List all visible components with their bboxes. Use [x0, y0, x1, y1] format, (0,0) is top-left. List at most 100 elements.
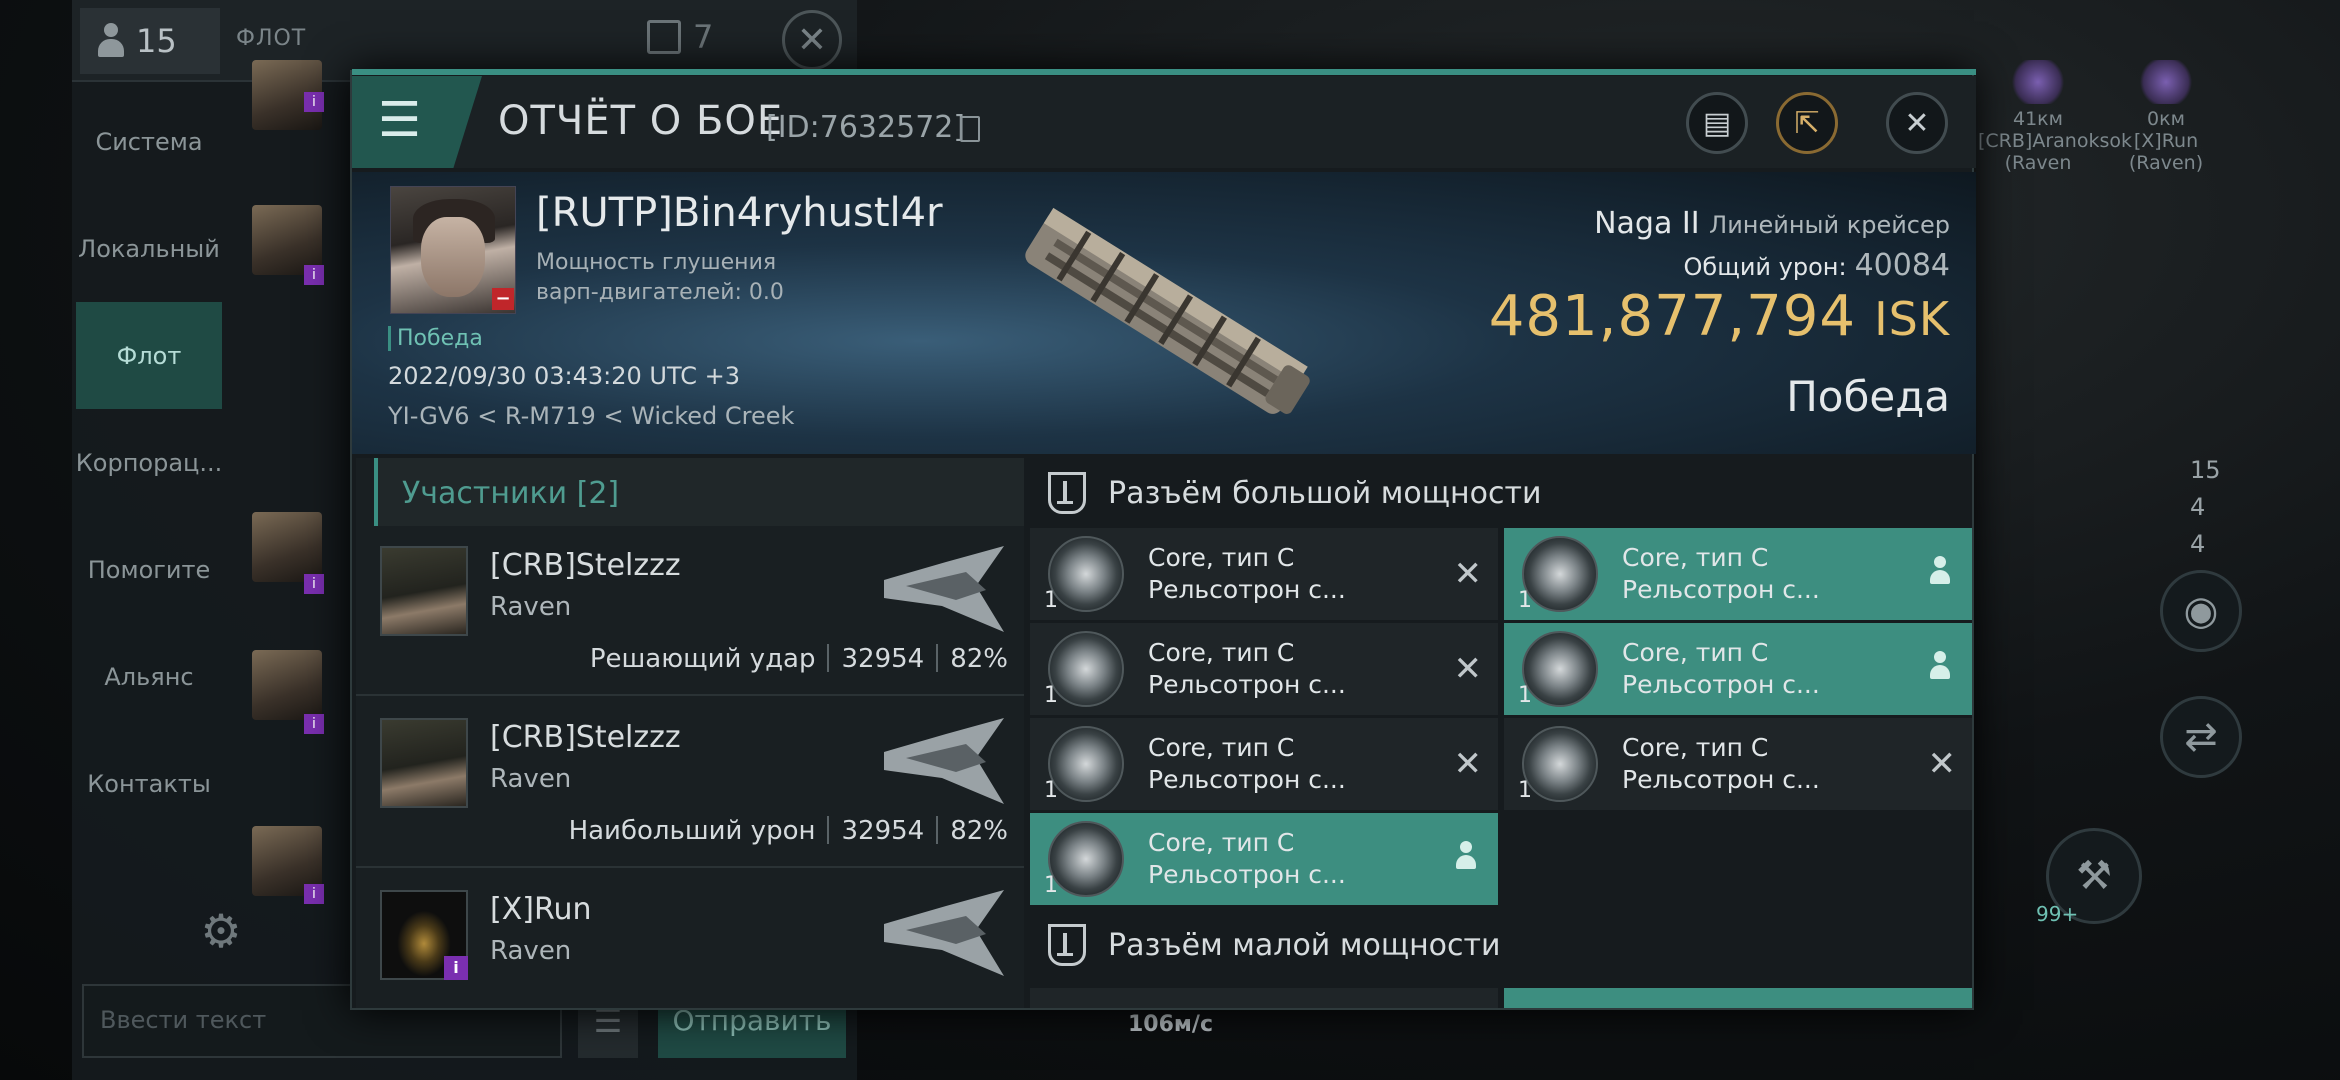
module-name: Core, тип C	[1148, 543, 1295, 572]
module-quantity: 1	[1518, 588, 1532, 613]
share-icon: ⇱	[1794, 105, 1820, 141]
total-damage: Общий урон: 40084	[1684, 248, 1950, 283]
copy-id-icon[interactable]	[960, 116, 980, 142]
participant-name: [CRB]Stelzzz	[490, 548, 681, 583]
module-label: Core, тип C Рельсотрон с...	[1148, 732, 1346, 796]
module-quantity: 1	[1044, 683, 1058, 708]
target-ship-icon	[2136, 60, 2196, 104]
ship-class: Линейный крейсер	[1709, 211, 1950, 239]
dropped-person-icon	[1454, 841, 1478, 871]
module-quantity: 1	[1518, 683, 1532, 708]
module-type: Рельсотрон с...	[1622, 670, 1820, 699]
destroyed-x-icon: ✕	[1453, 744, 1483, 784]
railgun-icon	[1522, 726, 1598, 802]
destroyed-x-icon: ✕	[1453, 554, 1483, 594]
module-item[interactable]: 1 Core, тип C Рельсотрон с... ✕	[1030, 623, 1498, 715]
destroyed-x-icon: ✕	[1453, 649, 1483, 689]
participant-ship: Raven	[490, 592, 572, 622]
module-item[interactable]: 1 Core, тип C Рельсотрон с...	[1504, 623, 1972, 715]
module-item[interactable]: 1 Core, тип C Рельсотрон с...	[1504, 528, 1972, 620]
naga-ship-model[interactable]	[992, 182, 1332, 452]
channel-fleet[interactable]: Флот	[76, 302, 222, 409]
victim-result-tag: Победа	[388, 326, 483, 351]
menu-icon: ☰	[378, 92, 422, 148]
member-count-button[interactable]: 15	[80, 8, 220, 74]
share-button[interactable]: ⇱	[1776, 92, 1838, 154]
channel-contacts[interactable]: Контакты	[76, 730, 222, 837]
view-toggle-button[interactable]: ◉	[2160, 570, 2242, 652]
module-item[interactable]	[1504, 988, 1972, 1008]
raven-ship-icon	[884, 546, 1004, 632]
participant-percent: 82%	[950, 816, 1008, 846]
channel-corporation[interactable]: Корпорац...	[76, 409, 223, 516]
module-label: Core, тип C Рельсотрон с...	[1622, 637, 1820, 701]
settings-gear-icon[interactable]: ⚙	[192, 902, 250, 960]
module-label: Core, тип C Рельсотрон с...	[1622, 542, 1820, 606]
low-slots-label: Разъём малой мощности	[1108, 927, 1501, 963]
channel-help[interactable]: Помогите	[76, 516, 222, 623]
module-name: Core, тип C	[1148, 828, 1295, 857]
participant-ship: Raven	[490, 936, 572, 966]
participants-panel: Участники [2] [CRB]Stelzzz Raven Решающи…	[356, 458, 1024, 1008]
participant-avatar	[380, 718, 468, 808]
chat-title: ФЛОТ	[236, 26, 307, 51]
chat-avatar	[252, 512, 322, 582]
close-chat-button[interactable]: ✕	[782, 10, 842, 70]
close-icon: ✕	[796, 19, 828, 61]
chat-unread[interactable]: 7	[647, 18, 713, 56]
participants-header[interactable]: Участники [2]	[374, 458, 1024, 526]
ship-name: Naga II	[1594, 206, 1700, 241]
victim-ship[interactable]: Naga II Линейный крейсер	[1594, 206, 1950, 241]
participant-name: [X]Run	[490, 892, 592, 927]
wrench-icon: ⚒	[2076, 853, 2112, 899]
participant-damage: 32954	[841, 644, 925, 674]
overview-counts: 15 4 4	[2190, 452, 2221, 563]
railgun-icon	[1048, 536, 1124, 612]
target-aranoksok[interactable]: 41км [CRB]Aranoksok (Raven	[1978, 60, 2132, 174]
module-label: Core, тип C Рельсотрон с...	[1622, 732, 1820, 796]
destroyed-x-icon: ✕	[1927, 744, 1957, 784]
high-slots-header: Разъём большой мощности	[1030, 458, 1974, 528]
participant-row[interactable]: i [X]Run Raven	[356, 870, 1024, 1040]
module-item[interactable]: 1 Core, тип C Рельсотрон с... ✕	[1030, 528, 1498, 620]
participant-role: Наибольший урон	[568, 816, 816, 846]
info-badge: i	[304, 265, 324, 285]
standing-minus-icon: −	[492, 288, 514, 310]
participant-row[interactable]: [CRB]Stelzzz Raven Решающий удар 32954 8…	[356, 526, 1024, 696]
dropped-person-icon	[1928, 651, 1952, 681]
channel-local[interactable]: Локальный	[76, 195, 222, 302]
module-item[interactable]: 1 Core, тип C Рельсотрон с...	[1030, 813, 1498, 905]
report-id: [ID:7632572]	[766, 110, 966, 145]
railgun-icon	[1048, 726, 1124, 802]
dropped-person-icon	[1928, 556, 1952, 586]
info-badge: i	[304, 714, 324, 734]
module-item[interactable]	[1030, 988, 1498, 1008]
module-name: Core, тип C	[1622, 543, 1769, 572]
swap-button[interactable]: ⇄	[2160, 696, 2242, 778]
chat-bubble-icon	[647, 20, 681, 54]
target-run[interactable]: 0км [X]Run (Raven)	[2106, 60, 2226, 174]
close-report-button[interactable]: ✕	[1886, 92, 1948, 154]
victim-banner: − [RUTP]Bin4ryhustl4r Мощность глушения …	[352, 172, 1976, 454]
module-type: Рельсотрон с...	[1622, 765, 1820, 794]
module-quantity: 1	[1044, 588, 1058, 613]
victim-name[interactable]: [RUTP]Bin4ryhustl4r	[536, 190, 943, 236]
module-item[interactable]: 1 Core, тип C Рельсотрон с... ✕	[1030, 718, 1498, 810]
warp-scramble-strength: Мощность глушения варп-двигателей: 0.0	[536, 250, 784, 305]
module-name: Core, тип C	[1622, 638, 1769, 667]
stat-divider	[827, 816, 830, 844]
clipboard-button[interactable]: ▤	[1686, 92, 1748, 154]
module-name: Core, тип C	[1148, 638, 1295, 667]
isk-loss: 481,877,794 ISK	[1489, 284, 1950, 349]
module-item[interactable]: 1 Core, тип C Рельсотрон с... ✕	[1504, 718, 1972, 810]
channel-system[interactable]: Система	[76, 88, 222, 195]
participant-row[interactable]: [CRB]Stelzzz Raven Наибольший урон 32954…	[356, 698, 1024, 868]
info-badge: i	[304, 884, 324, 904]
target-name: [X]Run	[2133, 130, 2199, 152]
report-menu-button[interactable]: ☰	[352, 76, 482, 168]
participant-stats: Решающий удар 32954 82%	[590, 644, 1008, 674]
channel-alliance[interactable]: Альянс	[76, 623, 222, 730]
target-distance: 41км	[2013, 108, 2063, 130]
fitting-panel: Разъём большой мощности 1 Core, тип C Рел…	[1030, 458, 1974, 1008]
high-slot-icon	[1048, 472, 1086, 514]
